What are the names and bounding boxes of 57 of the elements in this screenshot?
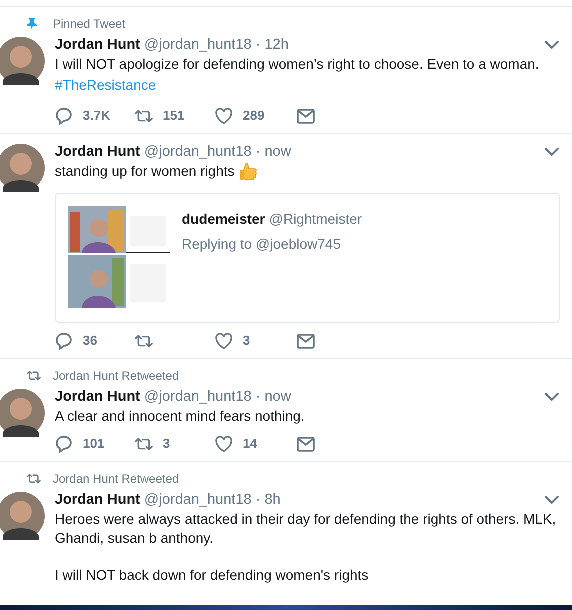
author-name[interactable]: Jordan Hunt	[55, 490, 140, 510]
retweet-icon	[27, 474, 41, 484]
thumbs-up-icon	[238, 162, 257, 180]
chevron-down-icon[interactable]	[544, 392, 560, 402]
author-name[interactable]: Jordan Hunt	[55, 387, 140, 407]
action-count: 289	[243, 107, 265, 126]
avatar	[0, 37, 45, 85]
author-handle[interactable]: @jordan_hunt18	[144, 35, 252, 55]
chevron-down-icon[interactable]	[544, 495, 560, 505]
author-name[interactable]: Jordan Hunt	[55, 35, 140, 55]
action-count: 14	[243, 435, 258, 454]
tweet-time[interactable]: · now	[256, 387, 292, 407]
action-count: 151	[163, 107, 185, 126]
author-handle[interactable]: @jordan_hunt18	[144, 490, 252, 510]
tweet-context: Jordan Hunt Retweeted	[53, 368, 180, 385]
author-handle[interactable]: @jordan_hunt18	[144, 142, 252, 162]
tweet-text: Heroes were always attacked in their day for defending the rights of others. MLK, Ghandi, susan b anthony.	[55, 510, 558, 548]
replying-to: Replying to @joeblow745	[182, 235, 342, 254]
quoted-tweet-card[interactable]: dudemeister @Rightmeister Replying to @joeblow745	[55, 193, 560, 323]
tweet-context: Jordan Hunt Retweeted	[53, 471, 180, 488]
chevron-down-icon[interactable]	[544, 147, 560, 157]
action-count: 3.7K	[83, 107, 110, 126]
quoted-author-handle: @Rightmeister	[269, 210, 362, 229]
retweet-icon	[135, 110, 153, 122]
like-icon[interactable]	[215, 108, 233, 124]
tweet-text: A clear and innocent mind fears nothing.	[55, 407, 306, 426]
tweet-time[interactable]: · 12h	[256, 35, 289, 55]
message-icon[interactable]	[297, 334, 315, 348]
like-icon[interactable]	[215, 332, 233, 350]
tweet-time[interactable]: · 8h	[256, 490, 281, 510]
retweet-icon	[27, 371, 41, 381]
pin-icon	[27, 18, 37, 30]
retweet-icon	[135, 334, 153, 348]
author-name[interactable]: Jordan Hunt	[55, 142, 140, 162]
action-count: 101	[83, 435, 105, 454]
reply-icon[interactable]	[55, 107, 73, 125]
avatar	[0, 389, 45, 437]
quoted-author-name: dudemeister	[182, 210, 266, 229]
tweet-text: I will NOT apologize for defending women’s right to choose. Even to a woman.	[55, 55, 540, 74]
tweet-text: I will NOT back down for defending women's rights	[55, 566, 370, 585]
action-count: 36	[83, 332, 98, 350]
tweet-context: Pinned Tweet	[53, 16, 126, 33]
reply-icon[interactable]	[55, 435, 73, 453]
message-icon[interactable]	[297, 436, 315, 452]
action-count: 3	[243, 332, 250, 350]
avatar	[0, 492, 45, 540]
message-icon[interactable]	[297, 108, 315, 124]
tweet-text: standing up for women rights	[55, 162, 235, 181]
tweet-time[interactable]: · now	[256, 142, 292, 162]
chevron-down-icon[interactable]	[544, 40, 560, 50]
hashtag-link[interactable]: #TheResistance	[55, 77, 156, 93]
like-icon[interactable]	[215, 436, 233, 452]
author-handle[interactable]: @jordan_hunt18	[144, 387, 252, 407]
avatar	[0, 144, 45, 192]
reply-icon[interactable]	[55, 332, 73, 350]
action-count: 3	[163, 435, 170, 454]
retweet-icon	[135, 438, 153, 450]
